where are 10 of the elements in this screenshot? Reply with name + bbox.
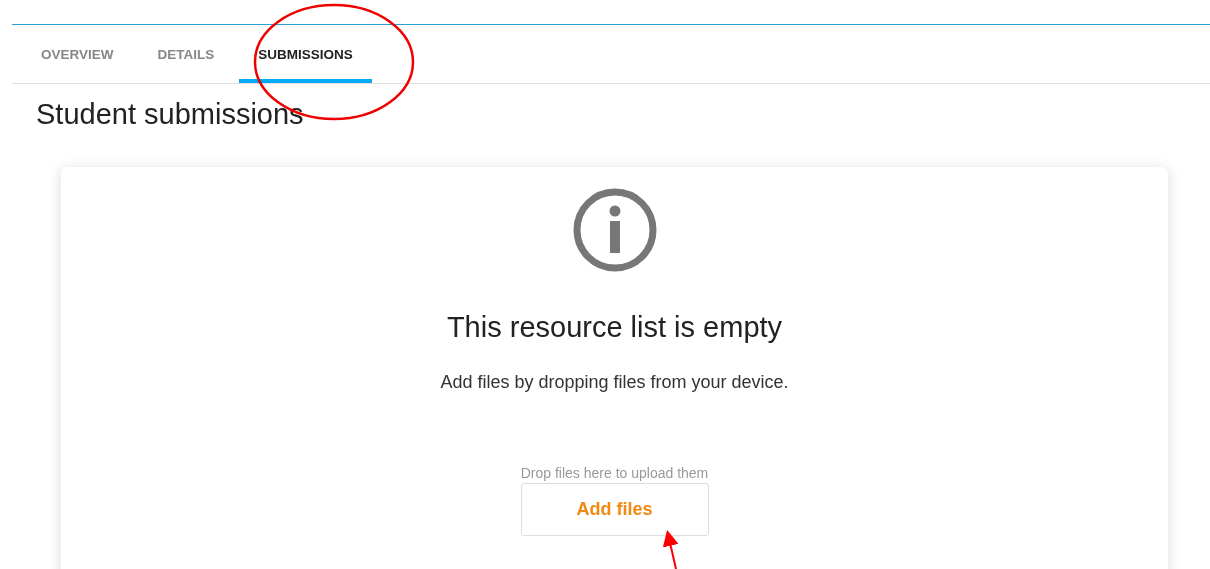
tab[interactable]: OVERVIEW bbox=[22, 25, 133, 83]
add-files-button[interactable]: Add files bbox=[520, 483, 709, 536]
page-heading: Student submissions bbox=[36, 98, 304, 131]
tab[interactable]: SUBMISSIONS bbox=[239, 25, 372, 83]
info-icon bbox=[571, 187, 658, 273]
tab[interactable]: DETAILS bbox=[138, 25, 234, 83]
drop-hint: Drop files here to upload them bbox=[520, 465, 709, 481]
empty-title: This resource list is empty bbox=[446, 311, 783, 344]
annotation-arrow bbox=[662, 530, 679, 569]
empty-message: Add files by dropping files from your device. bbox=[440, 372, 789, 393]
